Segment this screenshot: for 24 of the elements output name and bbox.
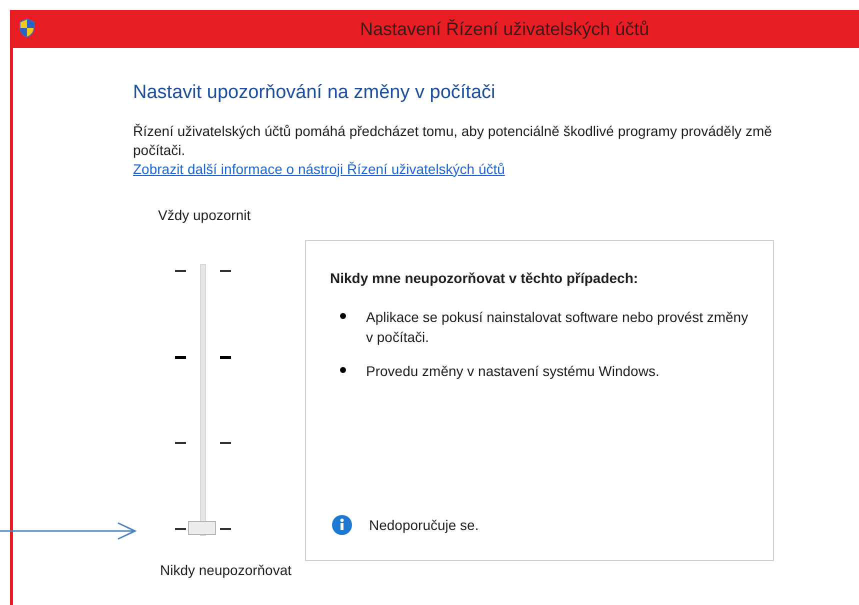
- tick-mark: [220, 528, 231, 530]
- slider-thumb[interactable]: [188, 520, 216, 534]
- note-text: Nedoporučuje se.: [369, 516, 479, 535]
- shield-icon: [18, 18, 36, 38]
- page-heading: Nastavit upozorňování na změny v počítači: [133, 81, 496, 105]
- tick-mark: [175, 528, 186, 530]
- description-line: Řízení uživatelských účtů pomáhá předcházet tomu, aby potenciálně škodlivé programy prováděly změ: [133, 122, 773, 140]
- tick-mark: [220, 270, 231, 272]
- bullet-icon: [340, 312, 346, 318]
- slider-top-label: Vždy upozornit: [158, 206, 252, 225]
- bullet-icon: [340, 366, 346, 372]
- bullet-text: Provedu změny v nastavení systému Windows.: [366, 362, 660, 380]
- tick-mark: [220, 442, 231, 444]
- tick-mark: [175, 356, 186, 358]
- window-title: Nastavení Řízení uživatelských účtů: [360, 18, 650, 41]
- tick-mark: [175, 442, 186, 444]
- info-icon: [332, 515, 352, 535]
- description-line: počítači.: [133, 140, 186, 160]
- panel-title: Nikdy mne neupozorňovat v těchto případech:: [330, 268, 640, 288]
- bullet-text: Aplikace se pokusí nainstalovat software nebo provést změny v počítači.: [366, 308, 749, 346]
- slider-bottom-label: Nikdy neupozorňovat: [160, 560, 293, 580]
- tick-mark: [175, 270, 186, 272]
- tick-mark: [220, 356, 231, 358]
- more-info-link[interactable]: Zobrazit další informace o nástroji Řízení uživatelských účtů: [133, 160, 505, 178]
